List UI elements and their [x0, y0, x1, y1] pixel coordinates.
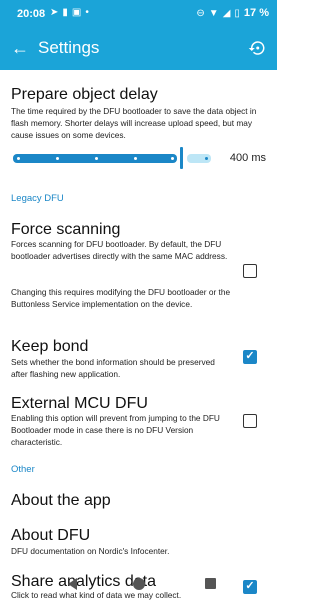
- status-time: 20:08: [17, 8, 46, 20]
- about-dfu-description: DFU documentation on Nordic's Infocenter…: [11, 546, 170, 556]
- more-dot-icon: •: [85, 7, 89, 18]
- prepare-delay-value: 400 ms: [229, 152, 266, 164]
- force-scanning-checkbox[interactable]: [243, 264, 257, 278]
- app-notification-icon: ▣: [71, 7, 82, 18]
- slider-tick: [95, 157, 98, 160]
- legacy-dfu-section-header: Legacy DFU: [11, 193, 64, 204]
- nav-recents-icon[interactable]: [205, 578, 216, 589]
- keep-bond-title: Keep bond: [11, 338, 89, 355]
- slider-thumb[interactable]: [180, 147, 183, 169]
- external-mcu-title: External MCU DFU: [11, 395, 148, 412]
- keep-bond-description: Sets whether the bond information should…: [11, 357, 215, 379]
- about-dfu-title: About DFU: [11, 527, 91, 544]
- telegram-icon: ➤: [50, 7, 59, 18]
- external-mcu-checkbox[interactable]: [243, 414, 257, 428]
- nav-home-icon[interactable]: [133, 578, 145, 590]
- back-arrow-icon[interactable]: ←: [11, 37, 29, 59]
- force-scanning-note: Changing this requires modifying the DFU…: [11, 287, 231, 309]
- page-title: Settings: [38, 38, 100, 57]
- signal-icon: ◢: [222, 7, 231, 19]
- notification-icons: ➤ ▮ ▣ •: [50, 7, 89, 18]
- slider-tick: [17, 157, 20, 160]
- about-app-item[interactable]: About the app: [11, 492, 111, 510]
- prepare-delay-description: The time required by the DFU bootloader …: [11, 106, 257, 140]
- system-icons: ⊖ ▼ ◢ ▯ 17 %: [196, 7, 269, 19]
- system-navigation-bar: [0, 570, 277, 600]
- other-section-header: Other: [11, 464, 35, 475]
- app-bar: ← Settings: [0, 28, 277, 70]
- external-mcu-description: Enabling this option will prevent from j…: [11, 413, 220, 447]
- battery-saver-icon: ▮: [62, 7, 68, 18]
- wifi-icon: ▼: [208, 7, 219, 19]
- slider-tick: [134, 157, 137, 160]
- force-scanning-description: Forces scanning for DFU bootloader. By d…: [11, 239, 228, 261]
- do-not-disturb-icon: ⊖: [196, 7, 205, 19]
- slider-tick: [171, 157, 174, 160]
- prepare-delay-title: Prepare object delay: [11, 86, 158, 103]
- slider-tick: [205, 157, 208, 160]
- status-bar: 20:08 ➤ ▮ ▣ • ⊖ ▼ ◢ ▯ 17 %: [0, 0, 277, 28]
- nav-back-icon[interactable]: [68, 578, 77, 590]
- battery-icon: ▯: [234, 7, 240, 19]
- battery-percent: 17 %: [243, 7, 269, 19]
- history-icon[interactable]: [248, 37, 266, 59]
- prepare-delay-slider[interactable]: [11, 147, 211, 169]
- force-scanning-title: Force scanning: [11, 221, 121, 238]
- slider-tick: [56, 157, 59, 160]
- keep-bond-checkbox[interactable]: ✓: [243, 350, 257, 364]
